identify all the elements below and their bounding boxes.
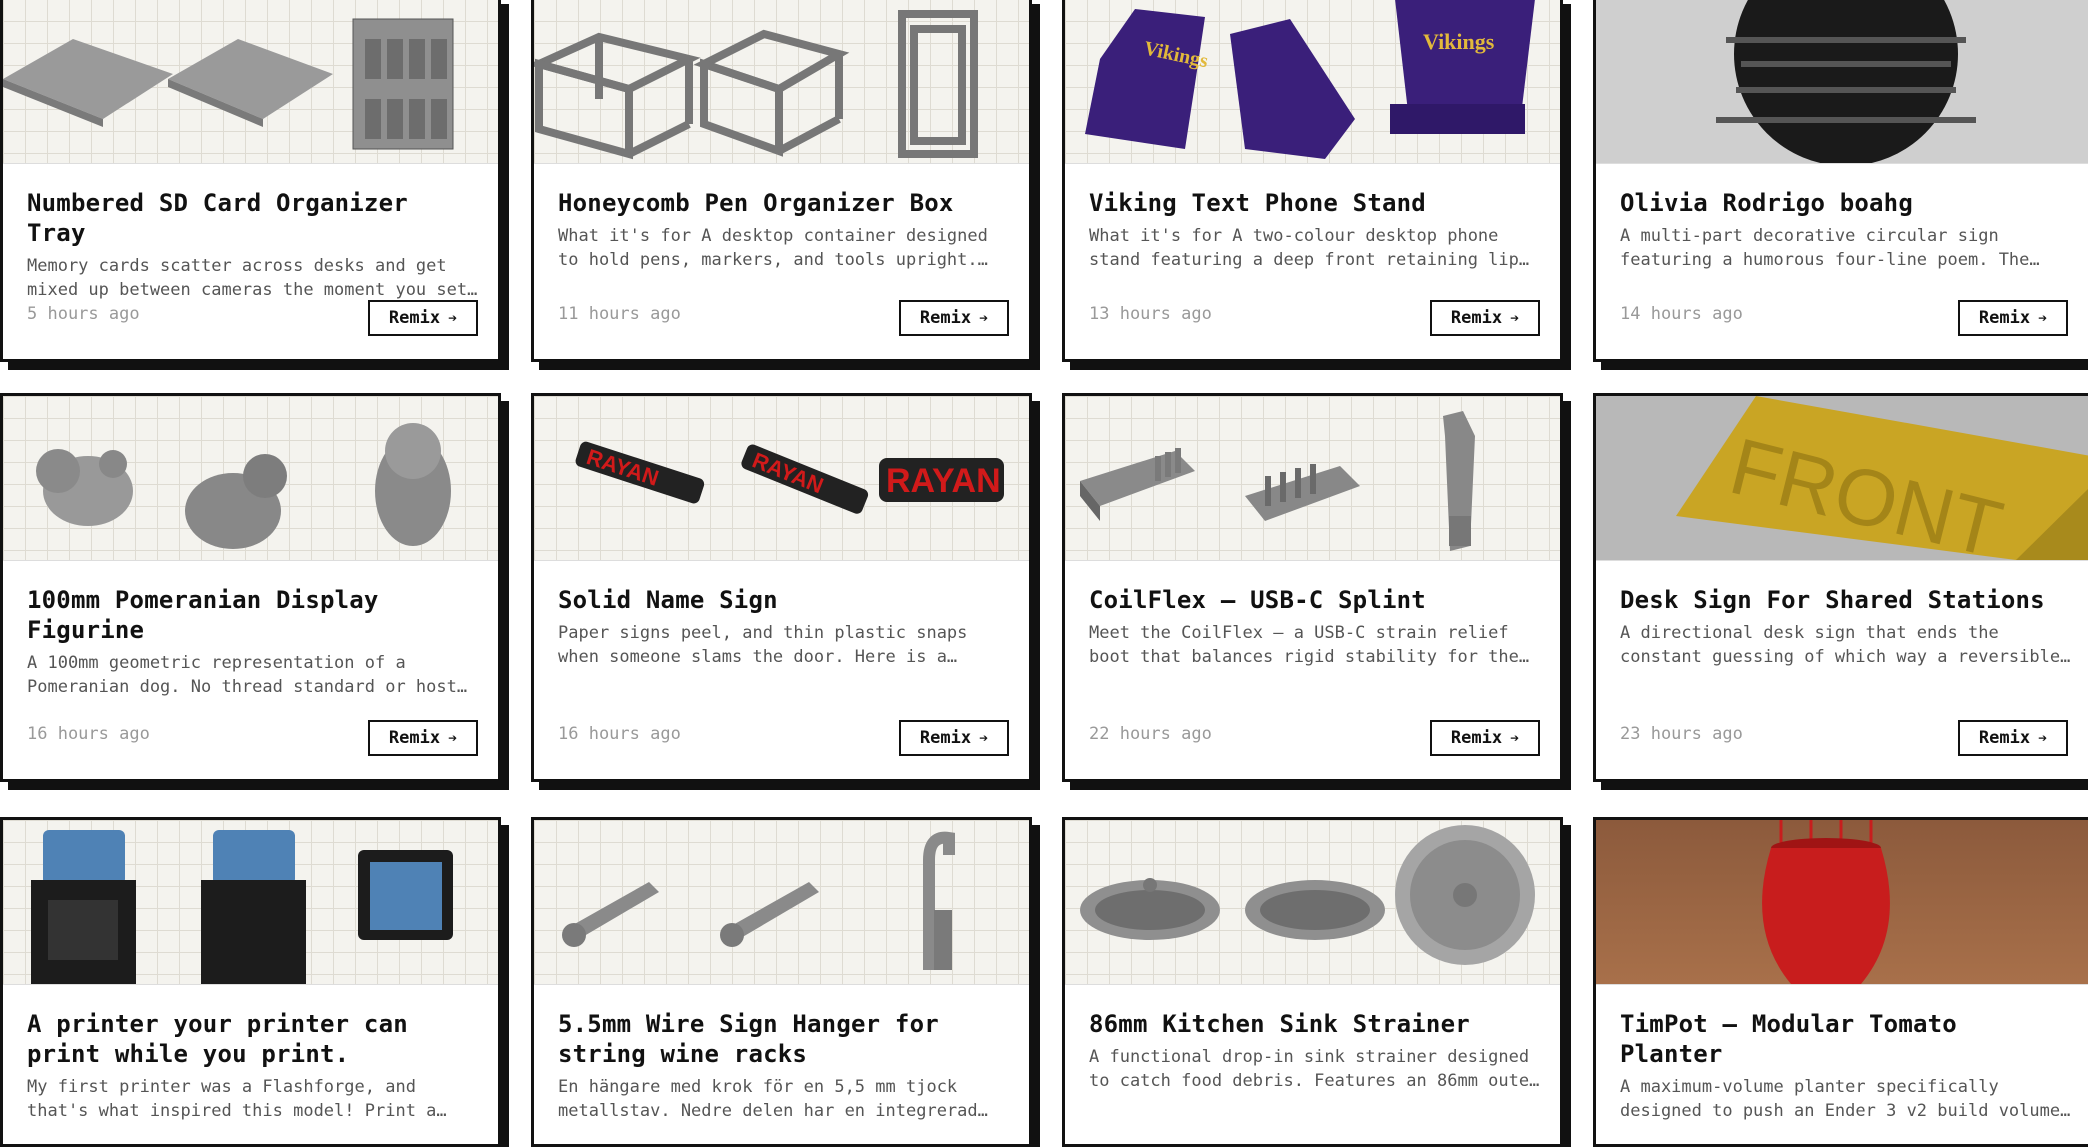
arrow-right-icon: ➔ [2038,309,2048,327]
pen-box-preview [534,10,978,160]
model-thumbnail[interactable] [1596,820,2088,985]
model-description: A directional desk sign that ends the co… [1620,623,2071,667]
model-card[interactable]: Honeycomb Pen Organizer Box What it's fo… [531,0,1032,362]
model-thumbnail[interactable] [1065,396,1560,561]
model-thumbnail[interactable] [3,820,498,985]
remix-button[interactable]: Remix ➔ [899,300,1009,336]
model-card[interactable]: 86mm Kitchen Sink Strainer A functional … [1062,817,1563,1147]
arrow-right-icon: ➔ [979,309,989,327]
arrow-right-icon: ➔ [448,309,458,327]
model-title[interactable]: 86mm Kitchen Sink Strainer [1089,1009,1536,1039]
timestamp: 16 hours ago [558,724,681,744]
model-title[interactable]: TimPot – Modular Tomato Planter [1620,1009,2064,1069]
model-title[interactable]: CoilFlex – USB-C Splint [1089,585,1536,615]
timestamp: 23 hours ago [1620,724,1743,744]
arrow-right-icon: ➔ [979,729,989,747]
timestamp: 16 hours ago [27,724,150,744]
model-title[interactable]: Numbered SD Card Organizer Tray [27,188,474,248]
model-card[interactable]: FRONT Desk Sign For Shared Stations A di… [1593,393,2088,782]
model-card[interactable]: Vikings Vikings Viking Text Phone Stand … [1062,0,1563,362]
svg-text:RAYAN: RAYAN [584,444,662,491]
model-title[interactable]: 5.5mm Wire Sign Hanger for string wine r… [558,1009,1005,1069]
model-description: A functional drop-in sink strainer desig… [1089,1047,1540,1091]
remix-button[interactable]: Remix ➔ [368,720,478,756]
remix-button[interactable]: Remix ➔ [368,300,478,336]
model-description: Paper signs peel, and thin plastic snaps… [558,623,968,667]
svg-text:RAYAN: RAYAN [749,447,827,498]
arrow-right-icon: ➔ [1510,309,1520,327]
remix-button[interactable]: Remix ➔ [899,720,1009,756]
svg-text:Vikings: Vikings [1423,29,1495,54]
arrow-right-icon: ➔ [2038,729,2048,747]
model-title[interactable]: Desk Sign For Shared Stations [1620,585,2064,615]
model-card[interactable]: CoilFlex – USB-C Splint Meet the CoilFle… [1062,393,1563,782]
arrow-right-icon: ➔ [1510,729,1520,747]
name-sign-preview: RAYAN RAYAN RAYAN [575,441,1004,514]
model-title[interactable]: Olivia Rodrigo boahg [1620,188,2064,218]
model-thumbnail[interactable] [534,0,1029,164]
remix-button[interactable]: Remix ➔ [1430,720,1540,756]
model-description: What it's for A desktop container design… [558,226,988,270]
model-thumbnail[interactable]: RAYAN RAYAN RAYAN [534,396,1029,561]
desk-sign-preview: FRONT [1676,396,2088,560]
timestamp: 5 hours ago [27,304,140,324]
model-card[interactable]: TimPot – Modular Tomato Planter A maximu… [1593,817,2088,1147]
model-card[interactable]: 5.5mm Wire Sign Hanger for string wine r… [531,817,1032,1147]
remix-button[interactable]: Remix ➔ [1958,720,2068,756]
model-thumbnail[interactable] [534,820,1029,985]
timestamp: 13 hours ago [1089,304,1212,324]
sink-strainer-preview [1080,825,1535,965]
timestamp: 14 hours ago [1620,304,1743,324]
model-thumbnail[interactable] [1596,0,2088,164]
model-title[interactable]: Solid Name Sign [558,585,1005,615]
circular-sign-preview [1716,0,1976,163]
model-description: Meet the CoilFlex — a USB-C strain relie… [1089,623,1530,667]
model-description: Memory cards scatter across desks and ge… [27,256,478,300]
model-title[interactable]: A printer your printer can print while y… [27,1009,474,1069]
printer-preview [31,830,453,984]
model-card[interactable]: RAYAN RAYAN RAYAN Solid Name Sign Paper … [531,393,1032,782]
remix-button[interactable]: Remix ➔ [1430,300,1540,336]
model-description: A 100mm geometric representation of a Po… [27,653,468,697]
model-description: En hängare med krok för en 5,5 mm tjock … [558,1077,988,1121]
timestamp: 22 hours ago [1089,724,1212,744]
wire-hanger-preview [562,831,955,970]
svg-text:RAYAN: RAYAN [886,462,1001,500]
pomeranian-preview [36,423,451,549]
remix-button[interactable]: Remix ➔ [1958,300,2068,336]
planter-preview [1762,820,1890,984]
model-thumbnail[interactable]: FRONT [1596,396,2088,561]
model-thumbnail[interactable] [1065,820,1560,985]
model-description: What it's for A two-colour desktop phone… [1089,226,1530,270]
model-card[interactable]: Numbered SD Card Organizer Tray Memory c… [0,0,501,362]
usb-splint-preview [1080,411,1475,551]
model-thumbnail[interactable] [3,396,498,561]
model-description: My first printer was a Flashforge, and t… [27,1077,447,1121]
model-title[interactable]: Honeycomb Pen Organizer Box [558,188,1005,218]
model-description: A multi-part decorative circular sign fe… [1620,226,2040,270]
model-title[interactable]: 100mm Pomeranian Display Figurine [27,585,474,645]
model-thumbnail[interactable]: Vikings Vikings [1065,0,1560,164]
phone-stand-preview: Vikings Vikings [1085,0,1535,159]
model-card[interactable]: A printer your printer can print while y… [0,817,501,1147]
model-title[interactable]: Viking Text Phone Stand [1089,188,1536,218]
model-description: A maximum-volume planter specifically de… [1620,1077,2071,1121]
model-card[interactable]: 100mm Pomeranian Display Figurine A 100m… [0,393,501,782]
arrow-right-icon: ➔ [448,729,458,747]
sd-tray-preview [3,18,454,150]
timestamp: 11 hours ago [558,304,681,324]
model-thumbnail[interactable] [3,0,498,164]
model-card[interactable]: Olivia Rodrigo boahg A multi-part decora… [1593,0,2088,362]
